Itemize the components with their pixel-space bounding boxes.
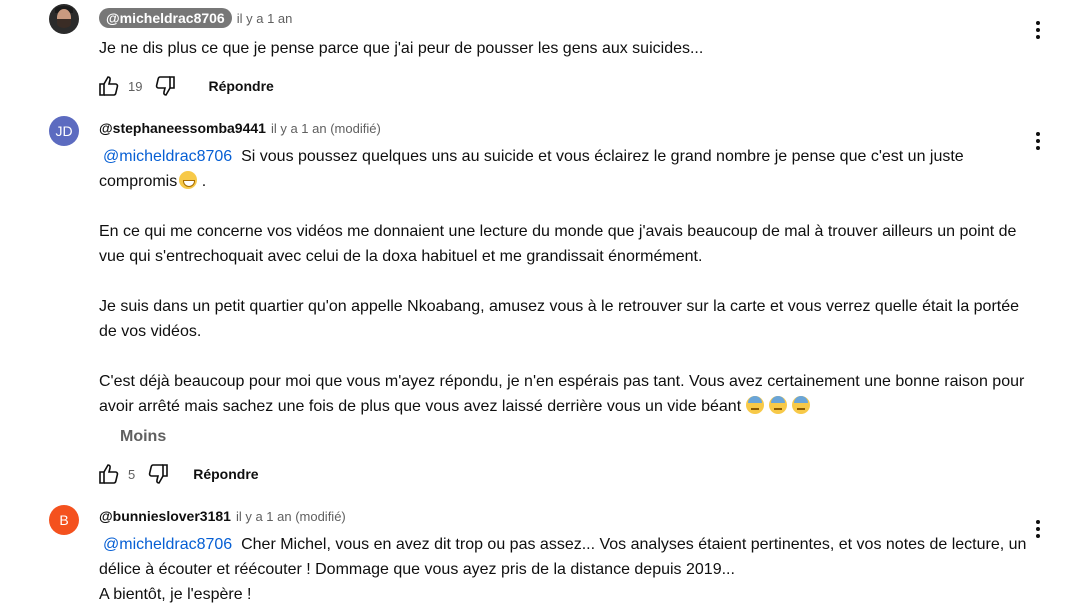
comment-header: @bunnieslover3181 il y a 1 an (modifié) bbox=[99, 505, 346, 527]
reply-button[interactable]: Répondre bbox=[208, 78, 273, 94]
comment-text: Je ne dis plus ce que je pense parce que… bbox=[99, 40, 704, 57]
comment-time[interactable]: il y a 1 an bbox=[237, 11, 293, 26]
downcast-sweat-emoji bbox=[792, 396, 811, 414]
like-button[interactable] bbox=[96, 73, 122, 99]
comment-time[interactable]: il y a 1 an (modifié) bbox=[271, 121, 381, 136]
comment-actions: 19 Répondre bbox=[96, 72, 274, 100]
avatar-initials: B bbox=[59, 512, 69, 528]
thumb-down-icon bbox=[156, 76, 176, 96]
reply-button[interactable]: Répondre bbox=[193, 466, 258, 482]
comment-text: @micheldrac8706 Si vous poussez quelques… bbox=[99, 148, 1025, 415]
comment-header: @stephaneessomba9441 il y a 1 an (modifi… bbox=[99, 117, 381, 139]
dislike-button[interactable] bbox=[145, 461, 171, 487]
comment-header: @micheldrac8706 il y a 1 an bbox=[99, 7, 292, 29]
thumb-down-icon bbox=[148, 464, 169, 484]
avatar[interactable]: JD bbox=[49, 116, 79, 146]
dislike-button[interactable] bbox=[152, 73, 178, 99]
like-count: 19 bbox=[128, 78, 143, 94]
thumb-up-icon bbox=[99, 76, 119, 96]
grinning-sweat-emoji bbox=[179, 171, 198, 189]
show-less-button[interactable]: Moins bbox=[120, 428, 166, 446]
comment-author[interactable]: @bunnieslover3181 bbox=[99, 508, 231, 524]
like-count: 5 bbox=[128, 466, 136, 482]
comment-time[interactable]: il y a 1 an (modifié) bbox=[236, 509, 346, 524]
avatar-initials: JD bbox=[55, 123, 73, 139]
more-actions-icon[interactable] bbox=[1030, 18, 1046, 42]
downcast-sweat-emoji bbox=[746, 396, 765, 414]
comment-text: @micheldrac8706 Cher Michel, vous en ave… bbox=[99, 536, 1027, 603]
thumb-up-icon bbox=[99, 464, 119, 484]
downcast-sweat-emoji bbox=[769, 396, 788, 414]
more-actions-icon[interactable] bbox=[1030, 129, 1046, 153]
comment-author[interactable]: @stephaneessomba9441 bbox=[99, 120, 266, 136]
comment-author[interactable]: @micheldrac8706 bbox=[99, 8, 232, 28]
avatar[interactable] bbox=[49, 4, 79, 34]
avatar-beard bbox=[57, 19, 71, 28]
mention-link[interactable]: @micheldrac8706 bbox=[99, 536, 232, 553]
like-button[interactable] bbox=[96, 461, 122, 487]
comment-actions: 5 Répondre bbox=[96, 460, 259, 488]
avatar[interactable]: B bbox=[49, 505, 79, 535]
more-actions-icon[interactable] bbox=[1030, 517, 1046, 541]
mention-link[interactable]: @micheldrac8706 bbox=[99, 148, 232, 165]
